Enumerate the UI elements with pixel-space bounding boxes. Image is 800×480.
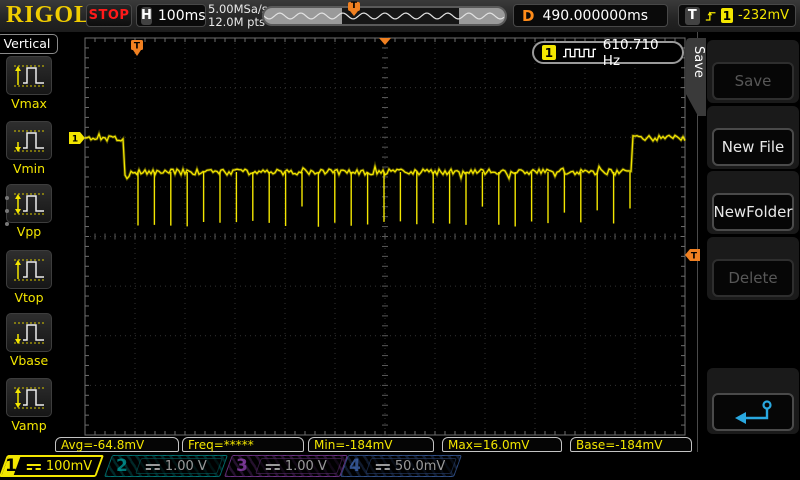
vamp-label: Vamp bbox=[4, 418, 54, 433]
menu-item-vmax[interactable]: Vmax bbox=[4, 56, 54, 111]
top-status-bar: RIGOL STOP H 100ms 5.00MSa/s 12.0M pts T… bbox=[0, 0, 800, 33]
menu-slot bbox=[707, 368, 799, 434]
counter-frequency-value: 610.710 Hz bbox=[603, 37, 674, 69]
save-menu-panel: Save Save New File NewFolder Delete bbox=[697, 32, 800, 452]
run-state-indicator[interactable]: STOP bbox=[86, 4, 132, 27]
channel-status-bar: 1 100mV 2 1.00 V 3 1.00 V 4 50.0mV bbox=[0, 452, 800, 480]
measurement-max[interactable]: Max=16.0mV bbox=[442, 437, 562, 452]
menu-item-vpp[interactable]: Vpp bbox=[4, 184, 54, 239]
square-wave-icon bbox=[562, 47, 597, 59]
menu-slot: New File bbox=[707, 106, 799, 169]
delay-field[interactable]: D 490.000000ms bbox=[513, 4, 668, 27]
vtop-icon bbox=[11, 256, 47, 284]
rigol-logo: RIGOL bbox=[6, 2, 91, 29]
vmin-label: Vmin bbox=[4, 161, 54, 176]
channel-4-scale: 50.0mV bbox=[395, 459, 446, 474]
overview-trigger-pointer bbox=[350, 11, 358, 16]
overview-trigger-letter: T bbox=[348, 2, 360, 11]
back-button[interactable] bbox=[712, 393, 794, 431]
measure-menu-title: Vertical bbox=[0, 34, 58, 54]
dc-coupling-icon bbox=[146, 462, 160, 471]
counter-channel-badge: 1 bbox=[542, 45, 556, 60]
channel-4-number: 4 bbox=[349, 456, 361, 476]
waveform-display: 1 T T bbox=[0, 0, 800, 480]
menu-slot: NewFolder bbox=[707, 171, 799, 234]
return-arrow-icon bbox=[730, 399, 776, 425]
channel-2-badge[interactable]: 2 1.00 V bbox=[104, 455, 228, 477]
page-indicator-dot bbox=[5, 209, 9, 213]
measure-menu-panel: Vertical Vmax Vmin Vpp Vtop Vbase Vamp bbox=[0, 32, 57, 452]
measurement-base[interactable]: Base=-184mV bbox=[570, 437, 692, 452]
delay-value: 490.000000ms bbox=[542, 8, 648, 24]
trigger-label: T bbox=[685, 7, 700, 25]
vbase-label: Vbase bbox=[4, 353, 54, 368]
channel-2-number: 2 bbox=[116, 456, 128, 476]
vmax-icon bbox=[11, 62, 47, 90]
overview-wave bbox=[264, 8, 505, 24]
measurement-avg[interactable]: Avg=-64.8mV bbox=[55, 437, 179, 452]
trigger-source-badge: 1 bbox=[721, 8, 733, 23]
horizontal-timebase-field[interactable]: H 100ms bbox=[136, 4, 206, 27]
vmin-icon bbox=[11, 127, 47, 155]
acquisition-info: 5.00MSa/s 12.0M pts bbox=[208, 3, 268, 29]
channel-3-badge[interactable]: 3 1.00 V bbox=[224, 455, 348, 477]
new-file-button[interactable]: New File bbox=[712, 128, 794, 166]
menu-item-vamp[interactable]: Vamp bbox=[4, 378, 54, 433]
channel-2-scale: 1.00 V bbox=[165, 459, 207, 474]
oscilloscope-screen: 1 T T RIGOL STOP H 100ms 5.00MSa/s 12.0M p… bbox=[0, 0, 800, 480]
channel-4-badge[interactable]: 4 50.0mV bbox=[340, 455, 462, 477]
delete-button[interactable]: Delete bbox=[712, 259, 794, 297]
horizontal-label: H bbox=[141, 7, 152, 25]
waveform-overview-bar[interactable] bbox=[262, 6, 507, 26]
menu-slot: Delete bbox=[707, 237, 799, 300]
vmax-label: Vmax bbox=[4, 96, 54, 111]
page-indicator-dot bbox=[5, 196, 9, 200]
delay-label: D bbox=[522, 7, 534, 25]
timebase-value: 100ms bbox=[158, 8, 206, 24]
vtop-label: Vtop bbox=[4, 290, 54, 305]
dc-coupling-icon bbox=[27, 462, 41, 471]
save-menu-tab: Save bbox=[686, 38, 706, 116]
new-folder-button[interactable]: NewFolder bbox=[712, 193, 794, 231]
channel-1-badge[interactable]: 1 100mV bbox=[0, 455, 104, 477]
measurement-freq[interactable]: Freq=***** bbox=[182, 437, 304, 452]
page-indicator-dot bbox=[5, 222, 9, 226]
svg-text:T: T bbox=[134, 42, 141, 52]
overview-trigger-position-icon[interactable]: T bbox=[348, 2, 360, 16]
menu-slot: Save bbox=[707, 40, 799, 103]
channel-1-scale: 100mV bbox=[46, 459, 92, 474]
vpp-label: Vpp bbox=[4, 224, 54, 239]
trigger-level-value: -232mV bbox=[738, 8, 789, 23]
dc-coupling-icon bbox=[376, 462, 390, 471]
measurement-min[interactable]: Min=-184mV bbox=[308, 437, 434, 452]
vbase-icon bbox=[11, 319, 47, 347]
channel-1-number: 1 bbox=[5, 456, 17, 476]
trigger-field[interactable]: T 1 -232mV bbox=[678, 4, 796, 27]
vamp-icon bbox=[11, 384, 47, 412]
channel-3-scale: 1.00 V bbox=[285, 459, 327, 474]
menu-item-vtop[interactable]: Vtop bbox=[4, 250, 54, 305]
frequency-counter: 1 610.710 Hz bbox=[532, 41, 684, 64]
rising-edge-icon bbox=[705, 8, 716, 24]
memory-depth: 12.0M pts bbox=[208, 16, 268, 29]
menu-item-vmin[interactable]: Vmin bbox=[4, 121, 54, 176]
svg-text:1: 1 bbox=[72, 135, 78, 145]
channel-3-number: 3 bbox=[236, 456, 248, 476]
save-button[interactable]: Save bbox=[712, 62, 794, 100]
vpp-icon bbox=[11, 190, 47, 218]
dc-coupling-icon bbox=[266, 462, 280, 471]
menu-item-vbase[interactable]: Vbase bbox=[4, 313, 54, 368]
